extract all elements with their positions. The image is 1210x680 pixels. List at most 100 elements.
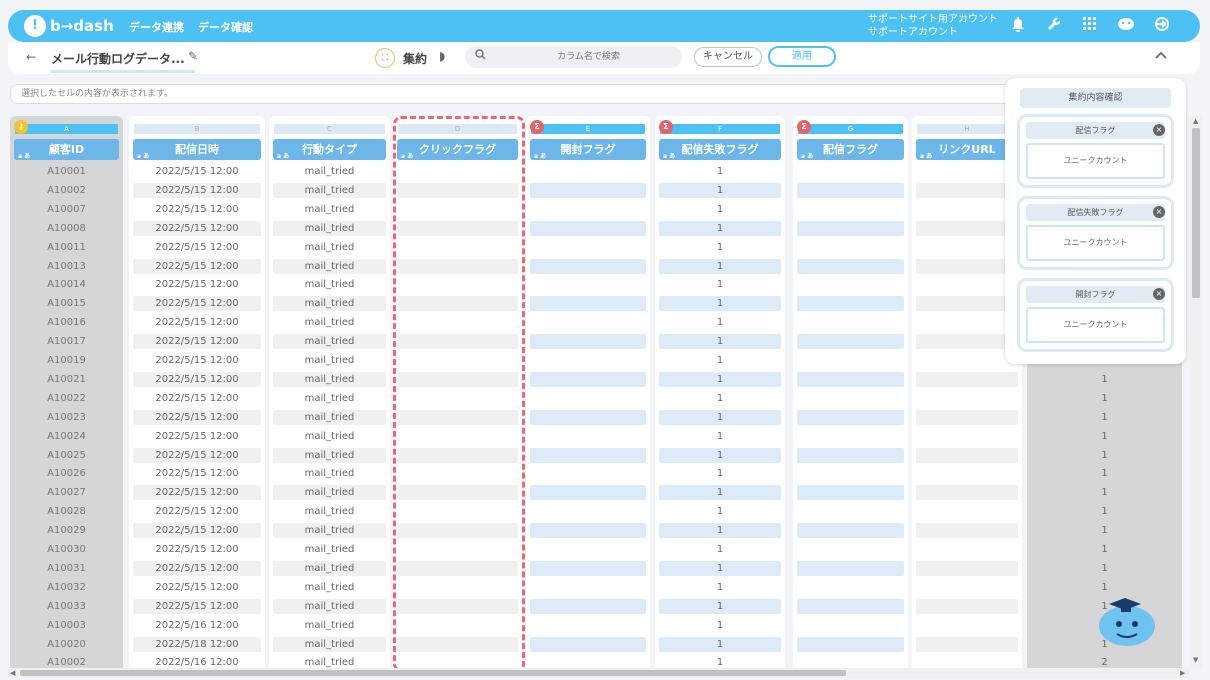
table-cell[interactable]: A10025 [14,448,119,463]
column-header[interactable]: a あ配信失敗フラグ [659,139,781,160]
table-cell[interactable]: 1 [659,636,781,652]
table-cell[interactable]: 2022/5/15 12:00 [133,447,261,463]
agg-card[interactable]: 配信失敗フラグ × ユニークカウント [1017,196,1174,270]
table-cell[interactable]: A10014 [14,277,119,292]
table-cell[interactable]: 1 [1031,466,1178,481]
table-cell[interactable]: 1 [659,618,781,633]
table-cell[interactable]: A10023 [14,410,119,425]
table-cell[interactable]: mail_tried [273,315,386,330]
column-letter[interactable]: F [660,124,780,134]
table-cell[interactable]: A10022 [14,391,119,406]
table-cell[interactable] [797,277,904,292]
table-cell[interactable]: A10031 [14,561,119,576]
table-cell[interactable]: mail_tried [273,334,386,350]
table-cell[interactable]: 1 [659,391,781,406]
table-cell[interactable]: mail_tried [273,391,386,406]
table-cell[interactable]: 2 [1031,655,1178,668]
table-cell[interactable]: mail_tried [273,371,386,387]
scroll-up-icon[interactable]: ▲ [1193,117,1198,125]
table-cell[interactable] [916,334,1018,350]
table-cell[interactable]: mail_tried [273,523,386,539]
table-cell[interactable]: mail_tried [273,429,386,444]
table-cell[interactable] [797,447,904,463]
table-cell[interactable]: 1 [1031,504,1178,519]
agg-card-method[interactable]: ユニークカウント [1026,307,1165,343]
shield-icon[interactable]: ◗ [439,49,445,63]
table-cell[interactable] [397,334,518,350]
table-cell[interactable]: mail_tried [273,409,386,425]
table-cell[interactable] [530,202,646,217]
table-cell[interactable]: 2022/5/16 12:00 [133,655,261,668]
table-cell[interactable]: mail_tried [273,466,386,481]
table-cell[interactable]: A10007 [14,202,119,217]
table-cell[interactable]: 2022/5/15 12:00 [133,202,261,217]
table-cell[interactable] [397,636,518,652]
table-cell[interactable] [530,636,646,652]
table-cell[interactable] [530,353,646,368]
table-cell[interactable]: mail_tried [273,220,386,236]
table-cell[interactable]: 2022/5/15 12:00 [133,164,261,179]
vertical-scroll-thumb[interactable] [1192,128,1200,298]
column-header[interactable]: a あ配信日時 [133,139,261,160]
table-cell[interactable] [530,598,646,614]
table-cell[interactable] [397,371,518,387]
table-cell[interactable] [916,220,1018,236]
table-cell[interactable] [916,429,1018,444]
table-cell[interactable] [530,258,646,274]
column-header[interactable]: a あリンクURL [916,139,1018,160]
table-cell[interactable] [530,580,646,595]
table-cell[interactable] [397,353,518,368]
table-cell[interactable] [916,560,1018,576]
table-cell[interactable]: 1 [659,485,781,501]
table-cell[interactable] [916,447,1018,463]
table-cell[interactable]: A10027 [14,485,119,500]
table-cell[interactable]: A10008 [14,221,119,236]
table-cell[interactable] [916,598,1018,614]
column-letter[interactable]: C [274,124,385,134]
table-cell[interactable] [397,202,518,217]
column-header[interactable]: a あ行動タイプ [273,139,386,160]
table-cell[interactable]: 1 [1031,542,1178,557]
table-cell[interactable] [916,353,1018,368]
table-cell[interactable] [797,334,904,350]
cancel-button[interactable]: キャンセル [694,47,762,67]
table-cell[interactable]: mail_tried [273,598,386,614]
table-cell[interactable]: 1 [659,296,781,312]
cell-content-bar[interactable]: 選択したセルの内容が表示されます。 [10,84,1170,104]
table-cell[interactable] [530,429,646,444]
table-cell[interactable] [916,240,1018,255]
table-cell[interactable]: 2022/5/15 12:00 [133,504,261,519]
table-cell[interactable] [797,164,904,179]
table-cell[interactable] [916,504,1018,519]
table-cell[interactable] [397,164,518,179]
table-cell[interactable] [530,334,646,350]
scroll-down-icon[interactable]: ▼ [1193,656,1198,664]
table-cell[interactable] [397,466,518,481]
table-cell[interactable] [916,391,1018,406]
mascot-assistant-icon[interactable] [1095,592,1159,650]
table-cell[interactable] [797,542,904,557]
table-cell[interactable] [530,164,646,179]
table-cell[interactable] [530,277,646,292]
table-cell[interactable] [397,447,518,463]
table-cell[interactable]: A10003 [14,618,119,633]
table-cell[interactable] [397,560,518,576]
table-cell[interactable]: 1 [659,164,781,179]
table-cell[interactable] [916,296,1018,312]
table-cell[interactable] [397,409,518,425]
scroll-left-icon[interactable]: ◀ [10,669,15,677]
horizontal-scrollbar[interactable]: ◀ ▶ [8,668,1190,678]
table-cell[interactable]: A10028 [14,504,119,519]
table-cell[interactable]: 1 [659,353,781,368]
table-cell[interactable]: 1 [659,523,781,539]
table-cell[interactable] [916,315,1018,330]
table-cell[interactable]: 1 [659,409,781,425]
apply-button[interactable]: 適用 [768,46,836,67]
bell-icon[interactable] [1008,16,1028,36]
table-cell[interactable]: 2022/5/15 12:00 [133,598,261,614]
table-cell[interactable] [397,598,518,614]
table-cell[interactable] [797,371,904,387]
table-cell[interactable] [397,523,518,539]
table-cell[interactable]: 1 [1031,429,1178,444]
table-cell[interactable]: 1 [659,429,781,444]
